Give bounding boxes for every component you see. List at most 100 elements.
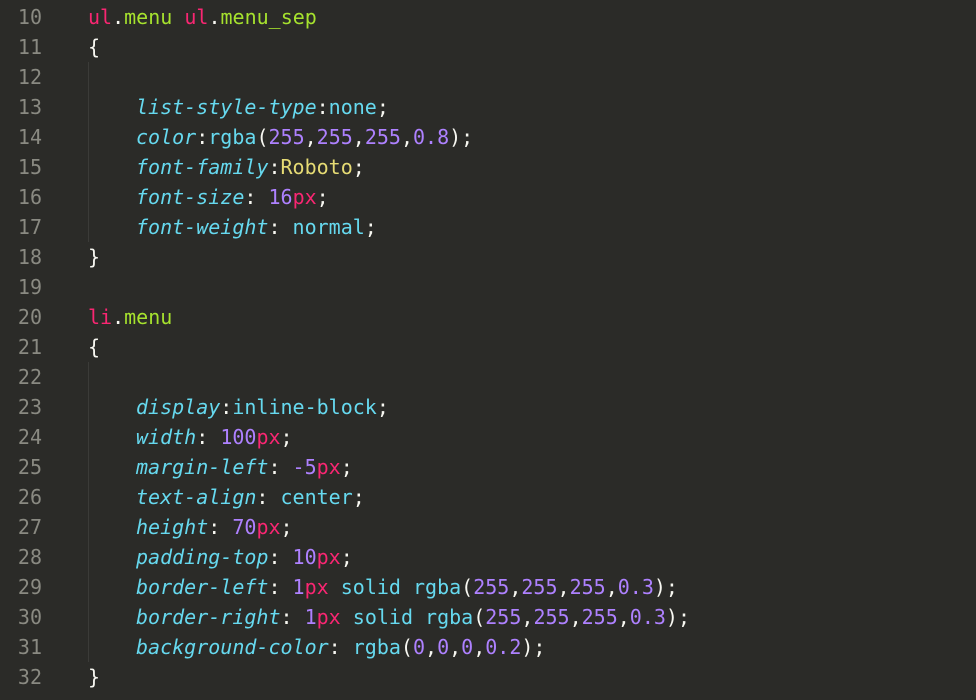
code-line[interactable]: width: 100px;	[88, 422, 976, 452]
token-unit: px	[293, 185, 317, 209]
token-num: 255	[570, 575, 606, 599]
token-punct: ;	[377, 95, 389, 119]
code-line[interactable]: border-right: 1px solid rgba(255,255,255…	[88, 602, 976, 632]
code-line[interactable]: {	[88, 332, 976, 362]
indent-guide	[88, 602, 89, 632]
code-line[interactable]: display:inline-block;	[88, 392, 976, 422]
token-plain: ,	[509, 575, 521, 599]
token-prop: background-color	[136, 635, 329, 659]
indent-guide	[88, 482, 89, 512]
code-line[interactable]	[88, 272, 976, 302]
token-num: 100	[220, 425, 256, 449]
token-class: menu	[124, 5, 172, 29]
code-line[interactable]: padding-top: 10px;	[88, 542, 976, 572]
token-plain: (	[461, 575, 473, 599]
token-tag: ul	[184, 5, 208, 29]
line-number: 19	[0, 272, 42, 302]
token-brace: }	[88, 245, 100, 269]
token-prop: height	[136, 515, 208, 539]
code-line[interactable]: color:rgba(255,255,255,0.8);	[88, 122, 976, 152]
code-line[interactable]: list-style-type:none;	[88, 92, 976, 122]
code-line[interactable]	[88, 362, 976, 392]
token-ident: Roboto	[281, 155, 353, 179]
indent	[88, 422, 136, 452]
token-plain	[413, 605, 425, 629]
indent	[88, 62, 136, 92]
code-line[interactable]: border-left: 1px solid rgba(255,255,255,…	[88, 572, 976, 602]
code-line[interactable]: background-color: rgba(0,0,0,0.2);	[88, 632, 976, 662]
token-plain: )	[521, 635, 533, 659]
indent	[88, 152, 136, 182]
code-line[interactable]: {	[88, 32, 976, 62]
indent-guide	[88, 542, 89, 572]
token-value: inline-block	[232, 395, 377, 419]
indent-guide	[88, 422, 89, 452]
line-number: 32	[0, 662, 42, 692]
line-number: 14	[0, 122, 42, 152]
line-number-gutter: 1011121314151617181920212223242526272829…	[0, 0, 60, 700]
token-prop: font-size	[136, 185, 244, 209]
code-editor-area[interactable]: ul.menu ul.menu_sep{list-style-type:none…	[60, 0, 976, 700]
code-line[interactable]: li.menu	[88, 302, 976, 332]
code-line[interactable]: font-size: 16px;	[88, 182, 976, 212]
indent	[88, 572, 136, 602]
token-punct: ;	[678, 605, 690, 629]
code-line[interactable]	[88, 62, 976, 92]
indent-guide	[88, 452, 89, 482]
indent-guide	[88, 572, 89, 602]
token-punct: ;	[353, 155, 365, 179]
line-number: 18	[0, 242, 42, 272]
code-line[interactable]: }	[88, 242, 976, 272]
token-punct: ;	[281, 425, 293, 449]
token-value: solid	[341, 575, 401, 599]
token-value: center	[281, 485, 353, 509]
token-num: 255	[473, 575, 509, 599]
code-line[interactable]: text-align: center;	[88, 482, 976, 512]
token-punct: .	[112, 5, 124, 29]
line-number: 30	[0, 602, 42, 632]
code-line[interactable]: ul.menu ul.menu_sep	[88, 2, 976, 32]
indent	[88, 452, 136, 482]
token-value: none	[329, 95, 377, 119]
line-number: 10	[0, 2, 42, 32]
token-plain	[172, 5, 184, 29]
token-class: menu	[124, 305, 172, 329]
indent	[88, 482, 136, 512]
token-plain: )	[666, 605, 678, 629]
code-line[interactable]: height: 70px;	[88, 512, 976, 542]
code-line[interactable]: margin-left: -5px;	[88, 452, 976, 482]
code-line[interactable]: font-weight: normal;	[88, 212, 976, 242]
line-number: 26	[0, 482, 42, 512]
token-unit: px	[305, 575, 329, 599]
token-plain: (	[401, 635, 413, 659]
token-func: rgba	[208, 125, 256, 149]
token-plain: ,	[353, 125, 365, 149]
token-prop: list-style-type	[136, 95, 317, 119]
token-plain: (	[473, 605, 485, 629]
token-num: 70	[232, 515, 256, 539]
indent-guide	[88, 392, 89, 422]
token-plain: )	[449, 125, 461, 149]
indent	[88, 632, 136, 662]
token-prop: color	[136, 125, 196, 149]
token-punct: :	[244, 185, 268, 209]
token-punct: :	[317, 95, 329, 119]
code-line[interactable]: }	[88, 662, 976, 692]
token-plain	[329, 575, 341, 599]
token-prop: border-right	[136, 605, 281, 629]
indent-guide	[88, 362, 89, 392]
token-punct: ;	[281, 515, 293, 539]
token-punct: :	[208, 515, 232, 539]
line-number: 13	[0, 92, 42, 122]
token-num: 1	[305, 605, 317, 629]
indent	[88, 392, 136, 422]
token-unit: px	[317, 455, 341, 479]
token-num: 0	[461, 635, 473, 659]
token-prop: font-family	[136, 155, 268, 179]
token-prop: text-align	[136, 485, 256, 509]
token-class: menu_sep	[221, 5, 317, 29]
token-plain	[341, 605, 353, 629]
code-line[interactable]: font-family:Roboto;	[88, 152, 976, 182]
token-num: 0	[413, 635, 425, 659]
token-punct: :	[329, 635, 353, 659]
